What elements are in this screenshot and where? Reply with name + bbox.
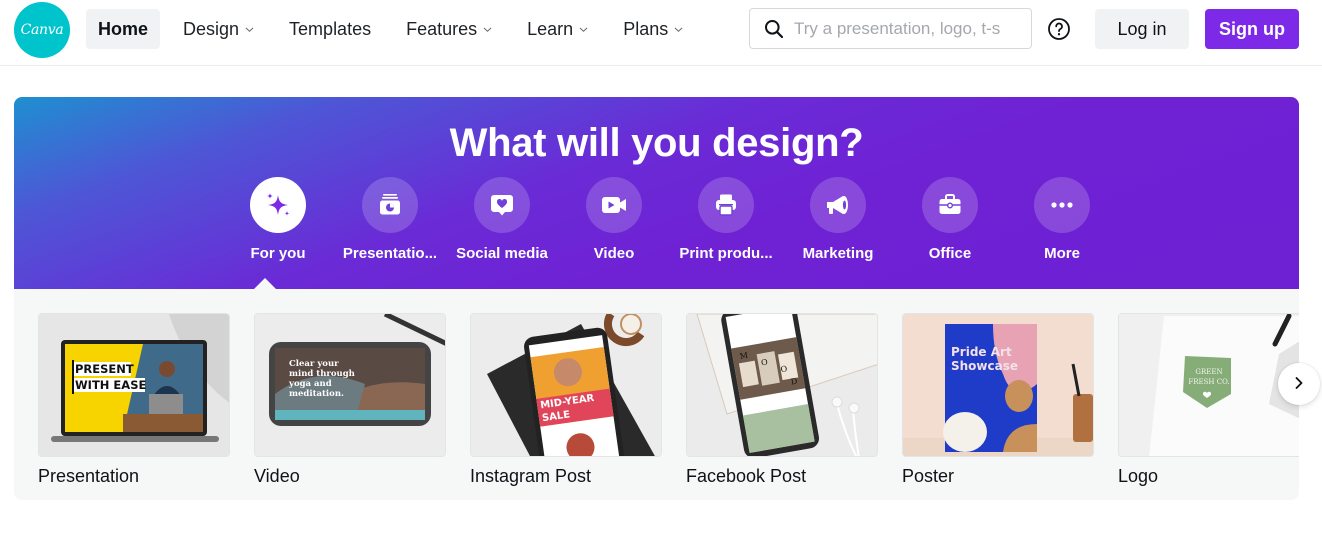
card-label: Logo	[1118, 466, 1159, 486]
thumb-text: WITH EASE	[75, 378, 146, 392]
facebook-post-thumbnail: M O O D	[686, 313, 878, 457]
card-poster[interactable]: Pride Art Showcase Poster	[902, 313, 1094, 487]
briefcase-icon	[922, 177, 978, 233]
thumb-text: meditation.	[289, 389, 344, 399]
poster-thumbnail: Pride Art Showcase	[902, 313, 1094, 457]
thumb-text: M	[739, 351, 749, 361]
chevron-right-icon	[1293, 376, 1305, 393]
logo-thumbnail: GREEN FRESH CO.	[1118, 313, 1299, 457]
card-label: Video	[254, 466, 300, 486]
printer-icon	[698, 177, 754, 233]
card-label: Poster	[902, 466, 955, 486]
presentation-icon	[362, 177, 418, 233]
category-marketing[interactable]: Marketing	[782, 177, 894, 262]
card-label: Presentation	[38, 466, 140, 486]
nav-learn[interactable]: Learn	[515, 9, 600, 49]
thumb-text: mind through	[289, 369, 355, 379]
card-facebook-post[interactable]: M O O D Facebook Post	[686, 313, 878, 487]
chevron-down-icon	[245, 25, 254, 34]
video-thumbnail: Clear your mind through yoga and meditat…	[254, 313, 446, 457]
category-label: Social media	[456, 245, 548, 262]
card-video[interactable]: Clear your mind through yoga and meditat…	[254, 313, 446, 487]
instagram-post-thumbnail: MID-YEAR SALE	[470, 313, 662, 457]
sparkles-icon	[250, 177, 306, 233]
card-instagram-post[interactable]: MID-YEAR SALE Instagram Post	[470, 313, 662, 487]
search-icon	[764, 19, 784, 39]
canva-logo[interactable]: Canva	[14, 2, 70, 58]
nav-home[interactable]: Home	[86, 9, 161, 49]
card-label: Facebook Post	[686, 466, 807, 486]
category-label: More	[1044, 245, 1080, 262]
search-box[interactable]	[749, 8, 1032, 49]
nav-plans[interactable]: Plans	[611, 9, 695, 49]
category-label: Print produ...	[679, 245, 773, 262]
thumb-text: PRESENT	[75, 362, 134, 376]
chevron-down-icon	[483, 25, 492, 34]
card-label: Instagram Post	[470, 466, 592, 486]
category-print-products[interactable]: Print produ...	[670, 177, 782, 262]
category-label: Office	[928, 245, 972, 262]
more-dots-icon	[1034, 177, 1090, 233]
category-video[interactable]: Video	[558, 177, 670, 262]
nav-templates[interactable]: Templates	[277, 9, 383, 49]
main-nav: Home Design Templates Features Learn Pla…	[86, 9, 706, 49]
help-circle-icon[interactable]	[1047, 17, 1071, 41]
carousel-next-button[interactable]	[1278, 363, 1320, 405]
hero-title: What will you design?	[449, 121, 864, 165]
category-tabs: For you Presentatio... Social media Vide…	[222, 177, 1118, 262]
signup-button[interactable]: Sign up	[1205, 9, 1299, 49]
search-input[interactable]	[794, 18, 1014, 39]
category-label: Video	[593, 245, 635, 262]
megaphone-icon	[810, 177, 866, 233]
top-header: Canva Home Design Templates Features Lea…	[0, 0, 1322, 66]
category-more[interactable]: More	[1006, 177, 1118, 262]
thumb-text: Showcase	[951, 359, 1018, 373]
design-type-carousel: PRESENT WITH EASE Presentation Clear you…	[14, 289, 1299, 500]
design-hero-banner: What will you design? For you Presentati…	[14, 97, 1299, 289]
login-button[interactable]: Log in	[1095, 9, 1189, 49]
category-label: Marketing	[802, 245, 874, 262]
presentation-thumbnail: PRESENT WITH EASE	[38, 313, 230, 457]
thumb-text: Pride Art	[951, 345, 1012, 359]
card-logo[interactable]: GREEN FRESH CO. Logo	[1118, 313, 1299, 487]
active-tab-pointer	[254, 278, 276, 289]
thumb-text: FRESH CO.	[1188, 378, 1229, 386]
category-social-media[interactable]: Social media	[446, 177, 558, 262]
video-camera-icon	[586, 177, 642, 233]
heart-bubble-icon	[474, 177, 530, 233]
category-label: Presentatio...	[342, 245, 438, 262]
nav-design[interactable]: Design	[171, 9, 266, 49]
category-for-you[interactable]: For you	[222, 177, 334, 262]
category-label: For you	[250, 245, 306, 262]
thumb-text: Clear your	[289, 359, 339, 369]
nav-features[interactable]: Features	[394, 9, 504, 49]
category-presentation[interactable]: Presentatio...	[334, 177, 446, 262]
category-office[interactable]: Office	[894, 177, 1006, 262]
thumb-text: GREEN	[1195, 368, 1222, 376]
chevron-down-icon	[674, 25, 683, 34]
card-presentation[interactable]: PRESENT WITH EASE Presentation	[38, 313, 230, 487]
thumb-text: yoga and	[288, 379, 332, 389]
chevron-down-icon	[579, 25, 588, 34]
